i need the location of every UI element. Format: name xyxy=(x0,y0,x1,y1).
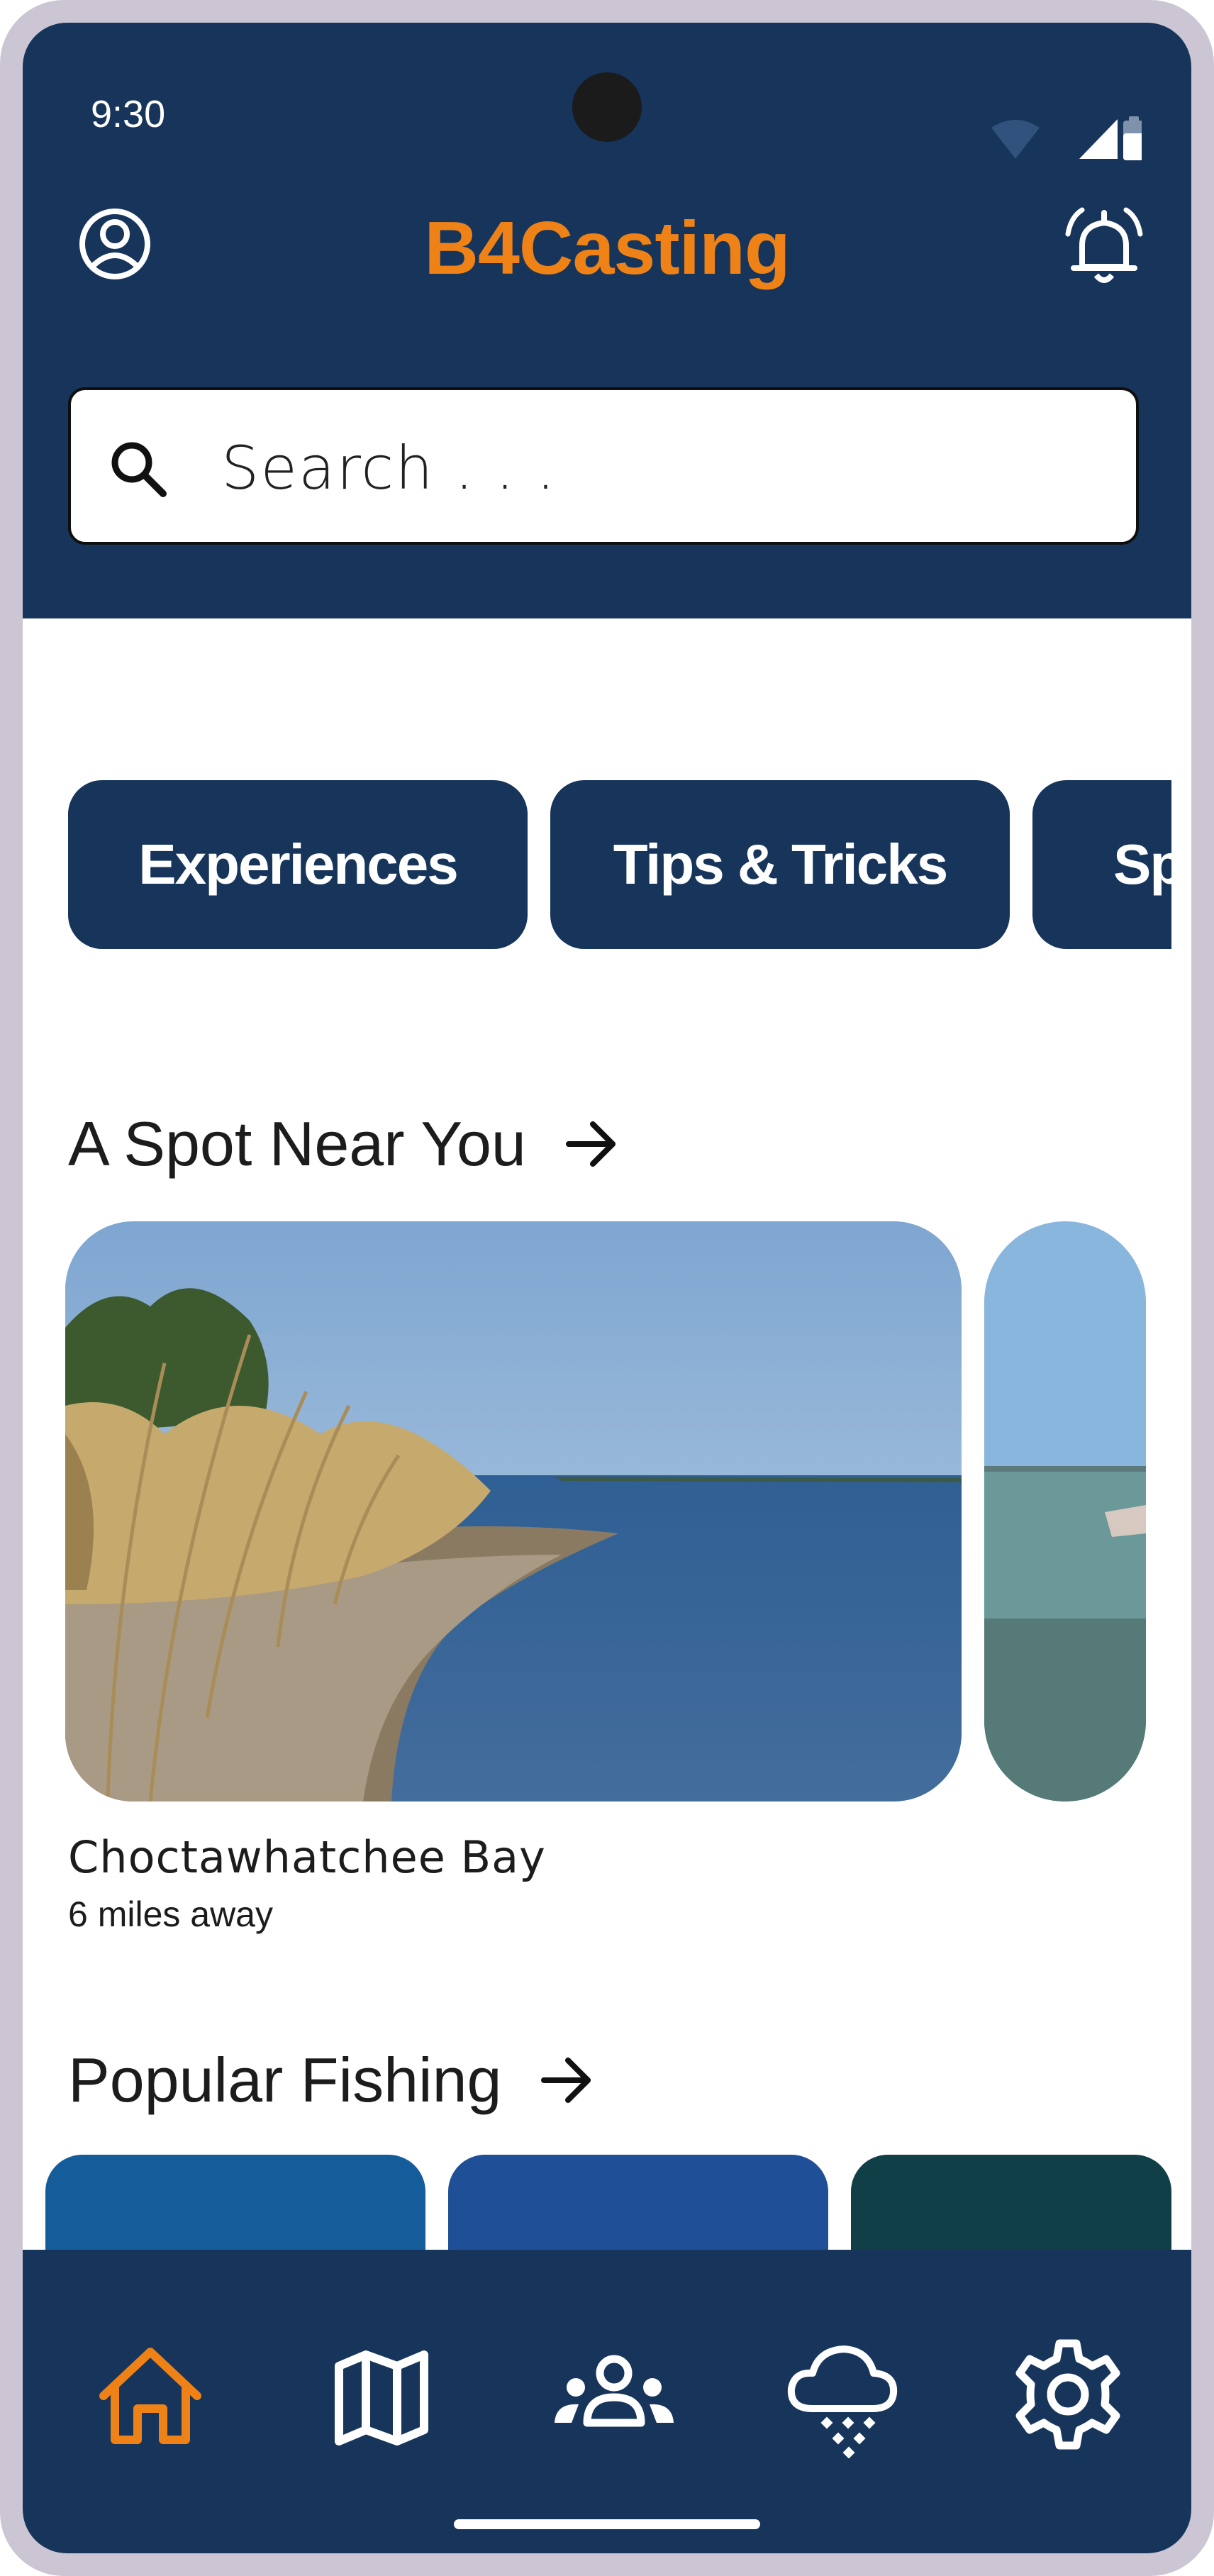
notification-bell-icon[interactable] xyxy=(1058,201,1150,294)
search-bar[interactable] xyxy=(68,387,1139,545)
search-icon[interactable] xyxy=(106,437,170,501)
spot-name: Choctawhatchee Bay xyxy=(68,1831,546,1883)
spot-card-2-image[interactable] xyxy=(984,1221,1146,1801)
app-header: 9:30 B4Casting xyxy=(23,23,1191,618)
settings-icon[interactable] xyxy=(1004,2331,1132,2458)
profile-icon[interactable] xyxy=(72,201,157,287)
search-input[interactable] xyxy=(221,426,1072,511)
home-indicator-bar xyxy=(454,2519,760,2529)
device-frame: 9:30 B4Casting Search . . . Experiences … xyxy=(0,0,1214,2576)
category-pills: Experiences Tips & Tricks Sp xyxy=(23,780,1171,953)
spot-section-header[interactable]: A Spot Near You xyxy=(68,1108,621,1180)
app-title: B4Casting xyxy=(424,206,790,290)
map-icon[interactable] xyxy=(318,2331,445,2458)
status-icons xyxy=(991,116,1142,160)
wifi-icon xyxy=(991,120,1040,159)
arrow-right-icon[interactable] xyxy=(562,1114,621,1174)
status-time: 9:30 xyxy=(91,93,166,135)
signal-icon xyxy=(1079,119,1118,159)
spot-card-image[interactable] xyxy=(65,1221,962,1801)
popular-section-header[interactable]: Popular Fishing xyxy=(68,2044,596,2116)
arrow-right-icon[interactable] xyxy=(537,2050,596,2110)
bottom-navigation xyxy=(23,2250,1191,2553)
weather-icon[interactable] xyxy=(779,2331,906,2458)
app-screen: 9:30 B4Casting Search . . . Experiences … xyxy=(23,23,1191,2553)
community-icon[interactable] xyxy=(550,2331,678,2458)
popular-section-title: Popular Fishing xyxy=(68,2045,502,2115)
camera-cutout xyxy=(572,72,642,142)
bay-landscape-image xyxy=(65,1221,962,1801)
category-pill-experiences[interactable]: Experiences xyxy=(68,780,528,949)
category-pill-tips-tricks[interactable]: Tips & Tricks xyxy=(550,780,1010,949)
home-icon[interactable] xyxy=(87,2331,214,2458)
category-pill-more[interactable]: Sp xyxy=(1032,780,1171,949)
battery-icon xyxy=(1123,116,1142,160)
water-landscape-image xyxy=(984,1221,1146,1801)
spot-section-title: A Spot Near You xyxy=(68,1109,526,1179)
spot-distance: 6 miles away xyxy=(68,1894,273,1934)
